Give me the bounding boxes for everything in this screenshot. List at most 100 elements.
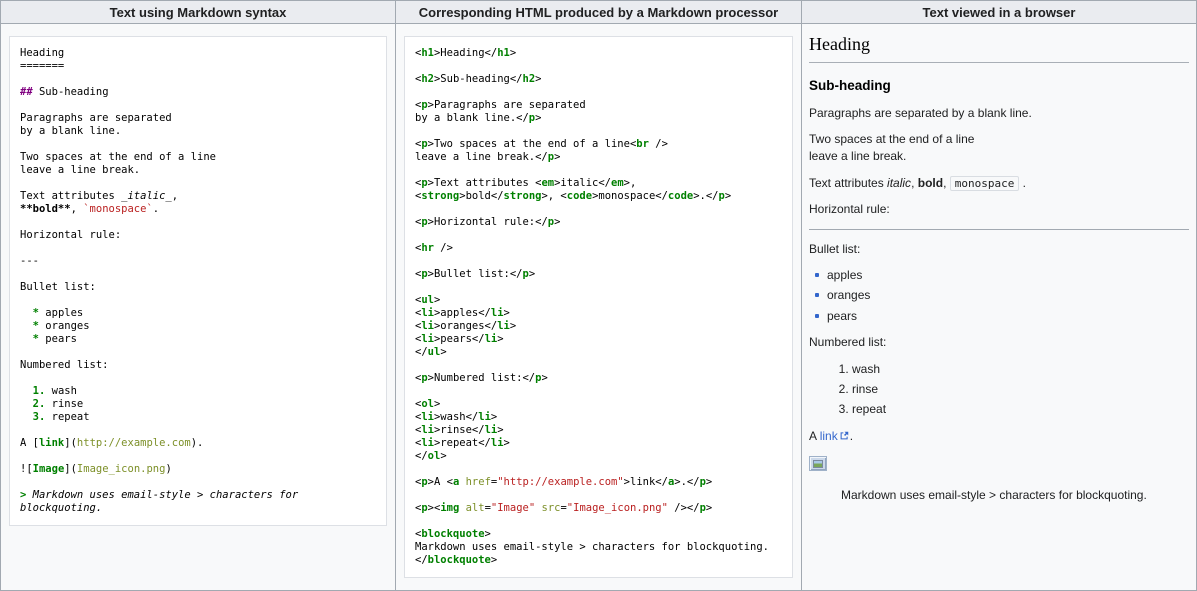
rendered-text: Paragraphs are separated by a blank line… — [809, 106, 1032, 120]
code-token: ## — [20, 86, 33, 98]
code-line — [415, 463, 782, 476]
code-line — [415, 255, 782, 268]
code-token — [20, 333, 33, 345]
code-token: h2 — [421, 73, 434, 85]
code-line: </blockquote> — [415, 554, 782, 567]
code-token: ======= — [20, 60, 64, 72]
code-token: by a blank line. — [20, 125, 121, 137]
code-line — [20, 372, 376, 385]
code-token: li — [485, 424, 498, 436]
rendered-paragraph: Horizontal rule: — [809, 201, 1189, 218]
code-line: <strong>bold</strong>, <code>monospace</… — [415, 190, 782, 203]
code-token: em — [541, 177, 554, 189]
code-line: <p>Two spaces at the end of a line<br /> — [415, 138, 782, 151]
code-token: 3. — [33, 411, 46, 423]
code-line: <li>repeat</li> — [415, 437, 782, 450]
code-token: > — [434, 294, 440, 306]
code-token: li — [421, 424, 434, 436]
code-line — [20, 346, 376, 359]
rendered-image-paragraph — [809, 454, 1189, 473]
code-line: <li>apples</li> — [415, 307, 782, 320]
code-line: Paragraphs are separated — [20, 112, 376, 125]
code-token: ul — [421, 294, 434, 306]
rendered-numbered-list: washrinserepeat — [809, 361, 1189, 419]
code-token: >Horizontal rule:</ — [428, 216, 548, 228]
rendered-list-item: rinse — [852, 381, 1189, 398]
code-token: > — [535, 112, 541, 124]
code-token: `monospace` — [83, 203, 153, 215]
code-line: Horizontal rule: — [20, 229, 376, 242]
code-line: 3. repeat — [20, 411, 376, 424]
code-token: h1 — [497, 47, 510, 59]
rendered-text: Horizontal rule: — [809, 202, 890, 216]
code-token: >bold</ — [459, 190, 503, 202]
code-line: <ul> — [415, 294, 782, 307]
rendered-list-item: repeat — [852, 401, 1189, 418]
code-token: alt — [466, 502, 485, 514]
code-token: > — [491, 411, 497, 423]
code-line — [20, 294, 376, 307]
code-line: Two spaces at the end of a line — [20, 151, 376, 164]
code-token: , — [172, 190, 185, 202]
code-line — [20, 424, 376, 437]
code-token: >, — [624, 177, 637, 189]
code-token: 2. — [33, 398, 46, 410]
code-token: h2 — [523, 73, 536, 85]
code-token: /></ — [668, 502, 700, 514]
code-token: >link</ — [624, 476, 668, 488]
code-line: <p>Paragraphs are separated — [415, 99, 782, 112]
code-line: --- — [20, 255, 376, 268]
code-token: >monospace</ — [592, 190, 668, 202]
code-token: h1 — [421, 47, 434, 59]
code-token: /> — [649, 138, 668, 150]
code-token: ![ — [20, 463, 33, 475]
code-token: >< — [428, 502, 441, 514]
rendered-bold-text: bold — [918, 176, 943, 190]
column-header-html: Corresponding HTML produced by a Markdow… — [395, 1, 801, 24]
rendered-list-item: pears — [813, 308, 1189, 325]
code-token: http://example.com — [77, 437, 191, 449]
code-line — [20, 476, 376, 489]
code-token: hr — [421, 242, 434, 254]
code-token: code — [567, 190, 592, 202]
code-token: Numbered list: — [20, 359, 109, 371]
code-token: /> — [434, 242, 453, 254]
code-token: >, < — [541, 190, 566, 202]
rendered-list-item: apples — [813, 267, 1189, 284]
code-token: > — [440, 346, 446, 358]
code-token: >A < — [428, 476, 453, 488]
code-line — [415, 515, 782, 528]
code-token: li — [497, 320, 510, 332]
code-token: ol — [428, 450, 441, 462]
code-token: li — [491, 307, 504, 319]
code-line: * pears — [20, 333, 376, 346]
rendered-external-link[interactable]: link — [820, 429, 850, 443]
code-token: > — [706, 502, 712, 514]
code-token: ). — [191, 437, 204, 449]
code-line — [415, 281, 782, 294]
code-line: <hr /> — [415, 242, 782, 255]
code-line — [415, 359, 782, 372]
code-token: , — [71, 203, 84, 215]
code-token: Image — [33, 463, 65, 475]
code-token: strong — [421, 190, 459, 202]
code-token: >Paragraphs are separated — [428, 99, 586, 111]
code-token: Two spaces at the end of a line — [20, 151, 229, 163]
code-token: apples — [39, 307, 83, 319]
code-token: ) — [165, 463, 171, 475]
code-token: > — [541, 372, 547, 384]
code-token: > — [497, 424, 503, 436]
code-token: > — [706, 476, 712, 488]
code-token: li — [491, 437, 504, 449]
code-token: "http://example.com" — [497, 476, 623, 488]
code-line: * apples — [20, 307, 376, 320]
code-token: </ — [415, 554, 428, 566]
code-line — [20, 138, 376, 151]
rendered-subheading: Sub-heading — [809, 76, 1189, 96]
code-token: >pears</ — [434, 333, 485, 345]
code-token: strong — [504, 190, 542, 202]
code-token: href — [466, 476, 491, 488]
code-line — [20, 99, 376, 112]
image-placeholder-icon — [809, 456, 827, 471]
code-token: "Image" — [491, 502, 535, 514]
